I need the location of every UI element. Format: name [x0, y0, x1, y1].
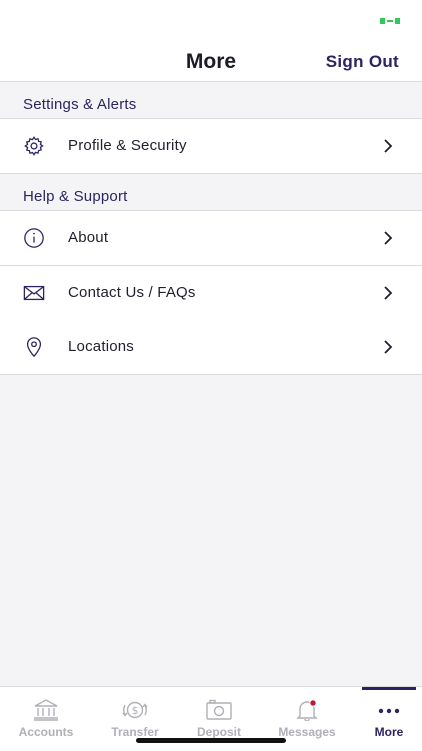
svg-text:$: $	[132, 704, 139, 717]
menu-item-label: About	[68, 229, 109, 246]
chevron-right-icon	[384, 340, 393, 354]
active-tab-indicator	[362, 687, 416, 690]
status-bar	[0, 0, 422, 40]
tab-label: More	[374, 725, 404, 739]
chevron-right-icon	[384, 139, 393, 153]
tab-label: Messages	[278, 725, 336, 739]
envelope-icon	[23, 285, 45, 301]
more-dots-icon	[378, 708, 400, 714]
menu-item-label: Contact Us / FAQs	[68, 284, 196, 301]
menu-item-contact-us[interactable]: Contact Us / FAQs	[0, 266, 422, 321]
bell-icon	[296, 699, 318, 721]
location-pin-icon	[26, 337, 42, 358]
menu-item-label: Profile & Security	[68, 137, 187, 154]
menu-item-locations[interactable]: Locations	[0, 320, 422, 375]
section-header-settings: Settings & Alerts	[0, 82, 422, 119]
tab-more[interactable]: More	[347, 687, 422, 751]
tab-label: Transfer	[111, 725, 159, 739]
sign-out-button[interactable]: Sign Out	[326, 52, 399, 72]
chevron-right-icon	[384, 231, 393, 245]
battery-icon	[380, 18, 400, 24]
section-title: Help & Support	[23, 188, 128, 205]
tab-accounts[interactable]: Accounts	[4, 687, 88, 751]
bank-icon	[34, 699, 58, 721]
info-icon	[24, 228, 44, 248]
menu-item-about[interactable]: About	[0, 211, 422, 266]
section-title: Settings & Alerts	[23, 96, 137, 113]
section-header-help: Help & Support	[0, 174, 422, 211]
camera-icon	[206, 699, 232, 720]
header: More Sign Out	[0, 40, 422, 82]
gear-icon	[24, 136, 44, 156]
home-indicator	[136, 738, 286, 743]
chevron-right-icon	[384, 286, 393, 300]
money-transfer-icon: $	[122, 701, 148, 719]
tab-label: Accounts	[18, 725, 74, 739]
menu-item-label: Locations	[68, 338, 135, 355]
tab-label: Deposit	[196, 725, 241, 739]
menu-item-profile-security[interactable]: Profile & Security	[0, 119, 422, 174]
